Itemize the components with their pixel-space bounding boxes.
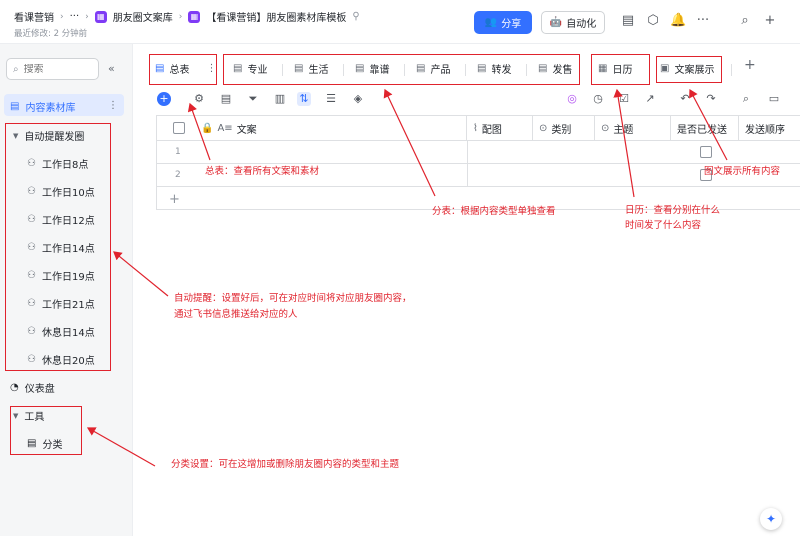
column-header-order[interactable]: 发送顺序: [739, 116, 800, 141]
table-icon: ▤: [10, 101, 20, 112]
add-record-icon[interactable]: +: [157, 92, 171, 106]
top-header: 看课营销 › ··· › ▦ 朋友圈文案库 › ▦ 【看课营销】朋友圈素材库模板…: [0, 0, 800, 44]
doc-title[interactable]: 【看课营销】朋友圈素材库模板: [206, 9, 346, 24]
settings-icon[interactable]: ⚙: [192, 92, 206, 106]
document-icon[interactable]: ▤: [620, 13, 636, 29]
sidebar-item-label: 仪表盘: [24, 384, 55, 395]
search-input[interactable]: [23, 63, 84, 75]
bell-icon[interactable]: 🔔: [670, 13, 686, 29]
single-select-icon: ⊙: [601, 123, 610, 134]
breadcrumb-ellipsis[interactable]: ···: [70, 11, 80, 22]
dashboard-icon: ◔: [10, 382, 19, 393]
annotation-note-reminder-1: 自动提醒：设置好后，可在对应时间将对应朋友圈内容，: [174, 293, 412, 304]
undo-icon[interactable]: ↶: [678, 92, 692, 106]
ai-icon[interactable]: ◎: [565, 92, 579, 106]
collapse-sidebar-icon[interactable]: «: [108, 62, 115, 75]
more-vertical-icon[interactable]: ⋮: [108, 100, 118, 111]
pin-icon[interactable]: ⚲: [352, 11, 359, 22]
comment-icon[interactable]: ▭: [767, 92, 781, 106]
search-records-icon[interactable]: ⌕: [739, 92, 753, 106]
sidebar-item-label: 内容素材库: [25, 103, 76, 114]
breadcrumb-root[interactable]: 看课营销: [14, 9, 54, 24]
plus-icon[interactable]: +: [762, 13, 778, 29]
annotation-note-calendar-2: 时间发了什么内容: [625, 220, 702, 231]
group-icon[interactable]: ▥: [273, 92, 287, 106]
grid-toolbar: + ⚙ ▤ ⏷ ▥ ⇅ ☰ ◈ ◎ ◷ ☑ ↗ ↶ ↷ ⌕ ▭: [155, 88, 800, 112]
tab-divider: [731, 64, 732, 76]
chevron-right-icon: ›: [85, 11, 89, 22]
column-header-copy[interactable]: 🔒 A≡ 文案: [195, 116, 467, 141]
column-title: 配图: [481, 125, 502, 136]
ai-assistant-icon[interactable]: ✦: [760, 508, 782, 530]
sidebar-search[interactable]: ⌕: [6, 58, 99, 80]
add-view-button[interactable]: +: [744, 57, 756, 73]
select-all-checkbox[interactable]: [173, 122, 185, 134]
column-header-image[interactable]: ⌇ 配图: [467, 116, 533, 141]
column-title: 是否已发送: [677, 125, 727, 136]
search-icon[interactable]: ⌕: [737, 13, 753, 29]
more-icon[interactable]: ···: [695, 13, 711, 29]
annotation-box-calendar: [591, 54, 650, 85]
attachment-icon: ⌇: [473, 123, 478, 134]
text-field-icon: A≡: [217, 123, 233, 134]
row-number: 2: [175, 170, 181, 180]
add-row-button[interactable]: +: [169, 192, 180, 207]
column-header-sent[interactable]: 是否已发送: [671, 116, 739, 141]
plugin-icon[interactable]: ⬡: [645, 13, 661, 29]
automation-button[interactable]: 🤖 自动化: [541, 11, 605, 34]
annotation-box-category-tabs: [223, 54, 580, 85]
share-label: 分享: [501, 19, 522, 30]
sent-checkbox[interactable]: [700, 146, 712, 158]
chevron-right-icon: ›: [178, 11, 183, 22]
single-select-icon: ⊙: [539, 123, 548, 134]
search-icon: ⌕: [13, 63, 19, 75]
annotation-note-reminder-2: 通过飞书信息推送给对应的人: [174, 309, 298, 320]
breadcrumb: 看课营销 › ··· › ▦ 朋友圈文案库 › ▦ 【看课营销】朋友圈素材库模板…: [14, 9, 360, 24]
column-header-category[interactable]: ⊙ 类别: [533, 116, 595, 141]
column-header-topic[interactable]: ⊙ 主题: [595, 116, 671, 141]
share-view-icon[interactable]: ↗: [643, 92, 657, 106]
users-icon: 👥: [484, 17, 498, 28]
table-row[interactable]: 1: [157, 141, 800, 164]
grid-header: 🔒 A≡ 文案 ⌇ 配图 ⊙ 类别 ⊙ 主题 是否已发送 发送顺序: [157, 116, 800, 141]
column-title: 文案: [236, 125, 257, 136]
annotation-box-tools: [10, 406, 82, 455]
chevron-right-icon: ›: [60, 11, 64, 22]
annotation-note-gallery: 图文展示所有内容: [704, 166, 781, 177]
history-icon[interactable]: ◷: [591, 92, 605, 106]
row-number: 1: [175, 147, 181, 157]
last-edit-time: 最近修改: 2 分钟前: [14, 29, 88, 39]
base-doc-icon: ▦: [94, 10, 107, 23]
base-doc-icon: ▦: [188, 10, 201, 23]
sort-icon[interactable]: ⇅: [297, 92, 311, 106]
annotation-note-classify: 分类设置：可在这增加或删除朋友圈内容的类型和主题: [171, 459, 400, 470]
sidebar-item-content-library[interactable]: ▤ 内容素材库: [10, 99, 75, 114]
annotation-note-calendar-1: 日历：查看分别在什么: [625, 205, 721, 216]
share-button[interactable]: 👥 分享: [474, 11, 532, 34]
annotation-box-main-table: [149, 54, 217, 85]
automation-label: 自动化: [566, 19, 597, 30]
sidebar-item-dashboard[interactable]: ◔ 仪表盘: [10, 380, 55, 395]
field-config-icon[interactable]: ▤: [219, 92, 233, 106]
redo-icon[interactable]: ↷: [704, 92, 718, 106]
annotation-box-auto-reminders: [5, 123, 111, 371]
annotation-box-gallery: [656, 56, 722, 83]
data-grid: 🔒 A≡ 文案 ⌇ 配图 ⊙ 类别 ⊙ 主题 是否已发送 发送顺序 1 2 +: [156, 115, 800, 210]
row-height-icon[interactable]: ☰: [324, 92, 338, 106]
lock-icon: 🔒: [201, 123, 214, 134]
annotation-note-category-tables: 分表：根据内容类型单独查看: [432, 206, 556, 217]
column-title: 主题: [613, 125, 634, 136]
form-icon[interactable]: ☑: [617, 92, 631, 106]
breadcrumb-folder[interactable]: 朋友圈文案库: [113, 9, 173, 24]
column-title: 发送顺序: [745, 125, 785, 136]
robot-icon: 🤖: [549, 17, 563, 28]
fill-color-icon[interactable]: ◈: [351, 92, 365, 106]
filter-icon[interactable]: ⏷: [246, 92, 260, 106]
column-title: 类别: [551, 125, 572, 136]
annotation-note-main-table: 总表：查看所有文案和素材: [205, 166, 320, 177]
